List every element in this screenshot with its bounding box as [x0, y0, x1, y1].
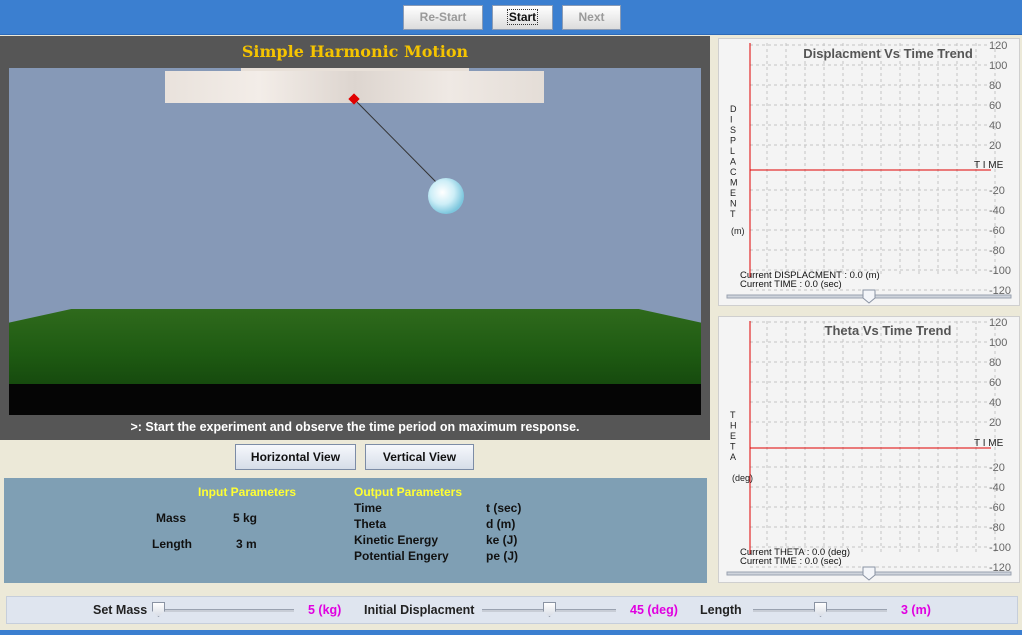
displacement-xaxis-label: T I ME	[974, 160, 1004, 171]
pendulum-scene	[9, 68, 701, 415]
mass-slider-track[interactable]	[158, 609, 294, 612]
theta-tick-label: 60	[989, 377, 1001, 389]
displacement-tick-label: -60	[989, 225, 1005, 237]
top-toolbar: Re-Start Start Next	[0, 0, 1022, 35]
displacement-tick-label: 120	[989, 40, 1007, 52]
theta-tick-label: 120	[989, 317, 1007, 329]
displacement-ylabel-letter: S	[730, 125, 736, 135]
time-value: t (sec)	[486, 501, 522, 515]
theta-xaxis-label: T I ME	[974, 438, 1004, 449]
mass-slider-thumb[interactable]	[152, 602, 165, 617]
displacement-graph-title: Displacment Vs Time Trend	[803, 46, 973, 61]
kinetic-energy-label: Kinetic Energy	[354, 533, 439, 547]
theta-tick-label: 80	[989, 357, 1001, 369]
displacement-tick-label: -40	[989, 205, 1005, 217]
displacement-ylabel-letter: M	[730, 178, 738, 188]
time-label: Time	[354, 501, 382, 515]
displacement-ylabel-letter: L	[730, 146, 735, 156]
horizontal-view-button[interactable]: Horizontal View	[235, 444, 356, 470]
input-parameters-heading: Input Parameters	[198, 485, 297, 499]
theta-ylabel-letter: A	[730, 452, 736, 462]
theta-graph-panel: 120 100 80 60 40 20 -20 -40 -60 -80 -100 -120 Theta …	[718, 316, 1020, 583]
set-mass-label: Set Mass	[93, 603, 148, 617]
pendulum-bob[interactable]	[428, 178, 464, 214]
theta-tick-label: 40	[989, 397, 1001, 409]
displacement-ylabel-letter: T	[730, 209, 736, 219]
displacement-ylabel-letter: D	[730, 104, 737, 114]
displacement-tick-label: 60	[989, 100, 1001, 112]
displacement-tick-label: 80	[989, 80, 1001, 92]
length-slider-thumb[interactable]	[814, 602, 827, 617]
theta-ylabel-letter: E	[730, 431, 736, 441]
theta-value: d (m)	[486, 517, 516, 531]
mass-label: Mass	[156, 511, 187, 525]
theta-ylabel-letter: T	[730, 442, 736, 452]
theta-ylabel-letter: T	[730, 410, 736, 420]
parameters-panel: Input Parameters Mass 5 kg Length 3 m Ou…	[4, 478, 707, 583]
restart-button[interactable]: Re-Start	[403, 5, 483, 30]
displacement-time-slider-thumb[interactable]	[862, 289, 876, 304]
control-bar: Set Mass 5 (kg) Initial Displacment 45 (…	[6, 596, 1018, 624]
length-slider-value: 3 (m)	[901, 603, 931, 617]
displacement-graph-panel: 120 100 80 60 40 20 -20 -40 -60 -80 -100 -120 Displa…	[718, 38, 1020, 306]
length-label: Length	[152, 537, 192, 551]
theta-graph-title: Theta Vs Time Trend	[825, 323, 952, 338]
displacement-ylabel-letter: C	[730, 167, 737, 177]
theta-tick-label: -40	[989, 482, 1005, 494]
displacement-slider-thumb[interactable]	[543, 602, 556, 617]
displacement-ylabel-letter: P	[730, 136, 736, 146]
length-control-label: Length	[700, 603, 742, 617]
displacement-status-current-time: Current TIME : 0.0 (sec)	[740, 279, 842, 290]
instruction-text: >: Start the experiment and observe the …	[130, 420, 580, 434]
simulation-title: Simple Harmonic Motion	[241, 42, 469, 61]
displacement-tick-label: -80	[989, 245, 1005, 257]
potential-energy-value: pe (J)	[486, 549, 519, 563]
displacement-slider-value: 45 (deg)	[630, 603, 678, 617]
length-value: 3 m	[236, 537, 257, 551]
vertical-view-button[interactable]: Vertical View	[365, 444, 474, 470]
theta-tick-label: -80	[989, 522, 1005, 534]
bottom-border	[0, 630, 1022, 635]
theta-tick-label: -60	[989, 502, 1005, 514]
displacement-ylabel-letter: I	[730, 115, 733, 125]
theta-tick-label: -100	[989, 542, 1011, 554]
theta-time-slider-thumb[interactable]	[862, 566, 876, 581]
mass-value: 5 kg	[233, 511, 258, 525]
theta-unit-label: (deg)	[732, 473, 753, 483]
pendulum-svg	[348, 93, 464, 214]
output-parameters-heading: Output Parameters	[354, 485, 463, 499]
displacement-ylabel-letter: N	[730, 199, 737, 209]
potential-energy-label: Potential Engery	[354, 549, 449, 563]
displacement-tick-label: 20	[989, 140, 1001, 152]
displacement-tick-label: 100	[989, 60, 1007, 72]
displacement-ylabel-letter: E	[730, 188, 736, 198]
displacement-ylabel-letter: A	[730, 157, 736, 167]
displacement-tick-label: -100	[989, 265, 1011, 277]
theta-ylabel-letter: H	[730, 421, 737, 431]
initial-displacement-label: Initial Displacment	[364, 603, 475, 617]
displacement-graph-svg: 12010080604020-20-40-60-80-100-120Displa…	[726, 40, 1012, 304]
theta-tick-label: 100	[989, 337, 1007, 349]
displacement-tick-label: 40	[989, 120, 1001, 132]
start-button[interactable]: Start	[492, 5, 553, 30]
next-button[interactable]: Next	[562, 5, 621, 30]
displacement-unit-label: (m)	[731, 226, 745, 236]
displacement-tick-label: -20	[989, 185, 1005, 197]
pendulum-string	[353, 98, 437, 183]
theta-status-current-time: Current TIME : 0.0 (sec)	[740, 556, 842, 567]
theta-graph-svg: 12010080604020-20-40-60-80-100-120Theta …	[726, 317, 1012, 581]
kinetic-energy-value: ke (J)	[486, 533, 518, 547]
simulation-panel: Simple Harmonic Motion >: Start the expe…	[0, 36, 710, 440]
mass-slider-value: 5 (kg)	[308, 603, 342, 617]
theta-tick-label: 20	[989, 417, 1001, 429]
theta-label: Theta	[354, 517, 387, 531]
theta-tick-label: -20	[989, 462, 1005, 474]
